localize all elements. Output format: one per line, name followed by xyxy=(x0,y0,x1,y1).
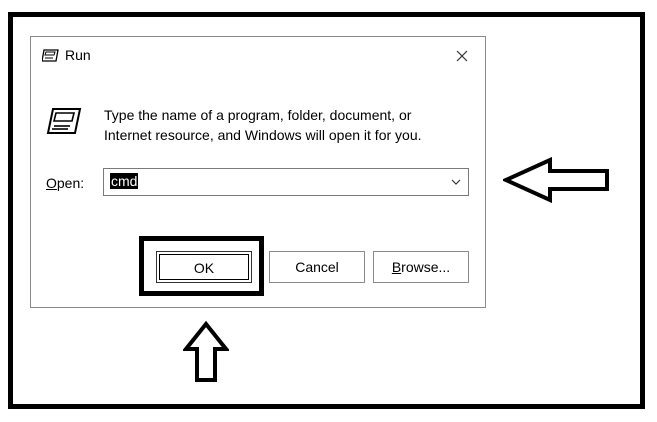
run-program-icon xyxy=(46,108,82,134)
browse-label: rowse... xyxy=(401,259,451,275)
dialog-description: Type the name of a program, folder, docu… xyxy=(104,105,422,145)
browse-button[interactable]: Browse... xyxy=(373,251,469,283)
ok-highlight-box xyxy=(139,236,264,296)
left-arrow-icon xyxy=(503,157,609,203)
open-input-value[interactable]: cmd xyxy=(110,173,139,189)
open-label-mnemonic: O xyxy=(46,175,57,191)
browse-mnemonic: B xyxy=(391,259,402,275)
open-label-text: pen: xyxy=(56,175,85,191)
description-line-1: Type the name of a program, folder, docu… xyxy=(104,107,412,123)
dialog-title: Run xyxy=(65,47,91,63)
description-line-2: Internet resource, and Windows will open… xyxy=(104,127,422,143)
close-button[interactable] xyxy=(451,45,473,67)
cancel-button[interactable]: Cancel xyxy=(269,251,365,283)
close-icon xyxy=(456,50,468,62)
run-icon xyxy=(42,49,59,62)
chevron-down-icon[interactable] xyxy=(450,176,462,188)
title-bar[interactable]: Run xyxy=(31,37,485,75)
open-label: Open: xyxy=(46,175,84,191)
up-arrow-icon xyxy=(183,321,229,382)
open-combobox[interactable]: cmd xyxy=(103,168,469,196)
